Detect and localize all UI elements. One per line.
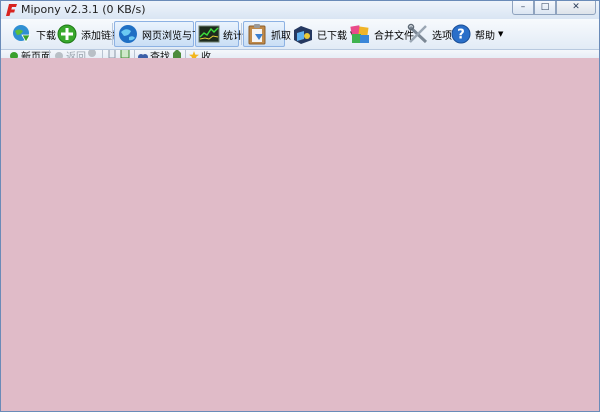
nav-separator [134,50,135,58]
browse-download-button[interactable]: 网页浏览与下载 [114,21,212,47]
stats-label: 统计 [223,30,243,42]
puzzle-merge-icon [350,25,369,43]
close-button[interactable]: ✕ [556,1,596,15]
back-button[interactable]: 返回 [54,50,86,58]
main-toolbar: 下载 添加链接 网页浏览与下载 统计 抓取 已下载 合并文件 选项 ? 帮助 ▼ [1,19,599,50]
window-title: Mipony v2.3.1 (0 KB/s) [21,3,146,16]
maximize-button[interactable]: □ [534,1,556,15]
favorites-button[interactable]: 收 [189,50,211,58]
search-label: 查找 [150,52,170,58]
back-arrow-icon [55,51,63,58]
nav-separator [49,50,50,58]
home-button[interactable] [172,50,184,58]
stats-chart-icon [198,25,220,43]
minimize-button[interactable]: – [512,1,534,15]
downloaded-folder-icon [294,26,312,44]
grab-button[interactable]: 抓取 [243,21,291,47]
new-page-label: 新页面 [21,52,51,58]
toolbar-separator [241,23,242,45]
grab-label: 抓取 [271,30,291,42]
main-content-area[interactable] [1,58,599,411]
page-button[interactable] [107,50,119,58]
svg-text:?: ? [457,28,465,43]
add-plus-icon [57,24,77,44]
binoculars-icon [138,53,148,58]
chevron-down-icon[interactable]: ▼ [498,30,503,38]
forward-arrow-icon [88,50,96,57]
mipony-logo-icon [6,4,17,16]
tools-icon [407,23,428,44]
stats-button[interactable]: 统计 [195,21,243,47]
globe-download-icon [13,25,31,43]
refresh-page-icon [120,50,130,58]
favorites-label: 收 [201,52,211,58]
star-icon [189,50,199,58]
search-button[interactable]: 查找 [138,50,170,58]
toolbar-separator [112,23,113,45]
nav-separator [185,50,186,58]
help-button[interactable]: ? 帮助 ▼ [448,21,505,47]
page-icon [108,50,116,58]
nav-separator [102,50,103,58]
forward-button[interactable] [87,50,99,58]
help-question-icon: ? [451,24,471,44]
download-label: 下载 [36,30,56,42]
app-window: Mipony v2.3.1 (0 KB/s) – □ ✕ 下载 添加链接 网页浏… [0,0,600,412]
download-button[interactable]: 下载 [9,21,58,47]
downloaded-label: 已下载 [317,30,347,42]
options-button[interactable]: 选项 [405,21,454,47]
title-bar[interactable]: Mipony v2.3.1 (0 KB/s) – □ ✕ [1,1,599,20]
refresh-button[interactable] [120,50,132,58]
new-page-icon [10,51,18,58]
clipboard-icon [248,24,266,45]
home-icon [173,50,181,58]
new-page-button[interactable]: 新页面 [9,50,51,58]
browser-nav-bar: 新页面 返回 查找 收 [1,50,599,58]
globe-browser-icon [119,25,137,43]
back-label: 返回 [66,52,86,58]
window-controls: – □ ✕ [512,1,596,17]
help-label: 帮助 [475,30,495,42]
